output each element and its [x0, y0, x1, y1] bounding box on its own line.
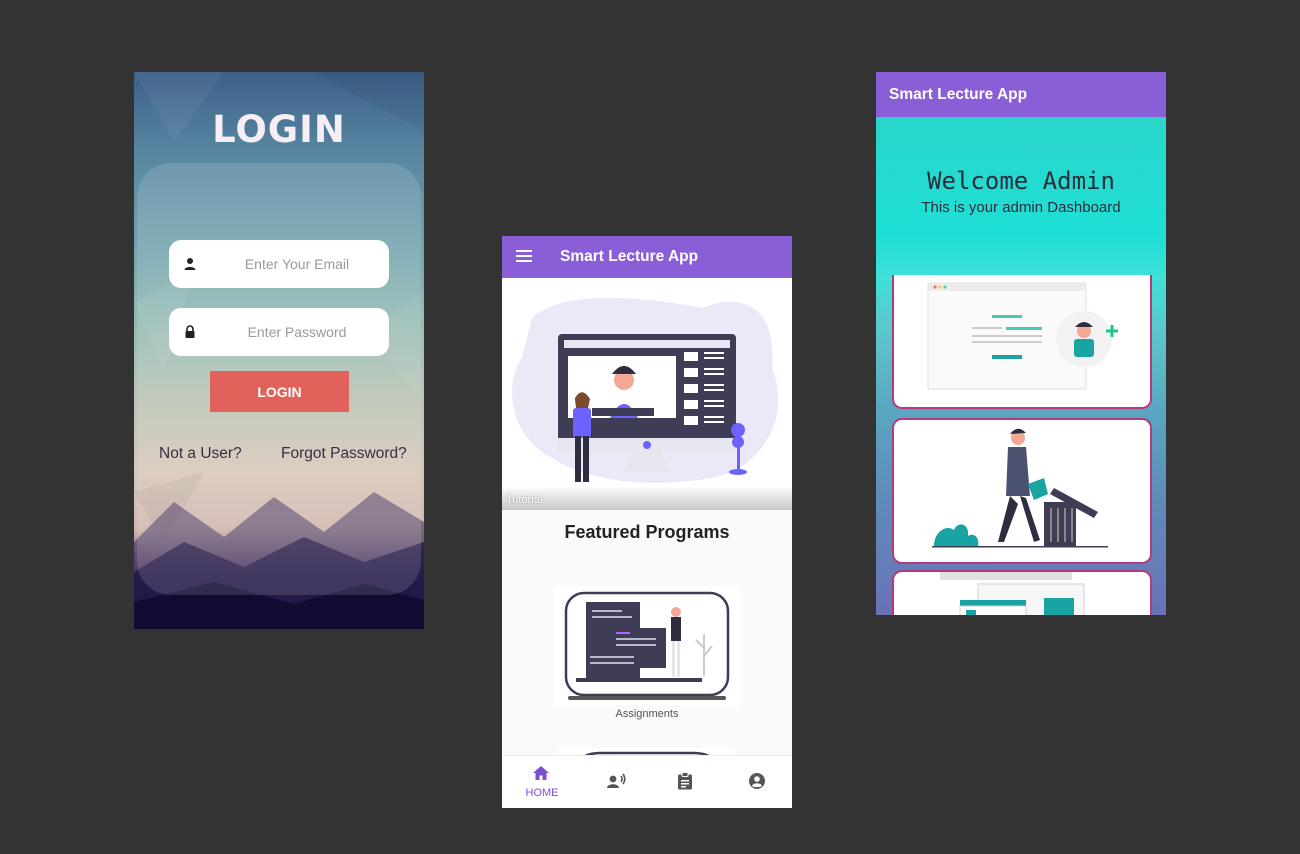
assignments-label: Assignments — [615, 708, 679, 720]
assignments-illustration — [564, 591, 730, 700]
welcome-title: Welcome Admin — [927, 167, 1115, 195]
nav-home-label: HOME — [525, 787, 559, 799]
assignments-card[interactable] — [554, 586, 740, 706]
lock-icon — [185, 325, 195, 338]
featured-programs-title: Featured Programs — [564, 522, 730, 542]
delete-user-card[interactable] — [892, 418, 1152, 564]
app-bar: Smart Lecture App — [876, 72, 1166, 117]
nav-lectures[interactable] — [578, 756, 650, 808]
nav-assignments[interactable] — [649, 756, 721, 808]
login-screen: LOGIN Enter Your Email Enter Password LO… — [134, 72, 424, 629]
email-placeholder: Enter Your Email — [244, 256, 350, 272]
nav-profile[interactable] — [720, 756, 792, 808]
login-title: LOGIN — [212, 108, 346, 151]
not-a-user-link[interactable]: Not a User? — [159, 445, 242, 463]
menu-icon[interactable] — [516, 249, 532, 263]
dashboard-subtitle: This is your admin Dashboard — [921, 199, 1121, 216]
manage-illustration — [940, 572, 1085, 615]
home-screen: Smart Lecture App Tutorial Featured Prog… — [502, 236, 792, 808]
slider-caption-shade — [502, 486, 792, 510]
person-icon — [184, 258, 196, 270]
nav-home[interactable]: HOME — [504, 756, 576, 808]
add-user-card[interactable] — [892, 275, 1152, 409]
image-slider[interactable]: Tutorial — [502, 278, 792, 510]
bottom-navigation: HOME — [502, 755, 792, 808]
slider-caption: Tutorial — [506, 494, 543, 506]
manage-card[interactable] — [892, 570, 1152, 615]
home-icon — [533, 766, 549, 780]
clipboard-icon — [678, 772, 692, 790]
email-field[interactable]: Enter Your Email — [169, 240, 389, 288]
login-button[interactable]: LOGIN — [210, 371, 349, 412]
online-lecture-illustration — [512, 298, 779, 499]
delete-illustration — [932, 428, 1108, 548]
password-field[interactable]: Enter Password — [169, 308, 389, 356]
account-circle-icon — [749, 773, 765, 789]
forgot-password-link[interactable]: Forgot Password? — [281, 445, 407, 463]
record-voice-icon — [607, 773, 626, 788]
app-title: Smart Lecture App — [560, 248, 699, 265]
admin-dashboard-screen: Smart Lecture App Welcome Admin This is … — [876, 72, 1166, 615]
app-bar: Smart Lecture App — [502, 236, 792, 278]
password-placeholder: Enter Password — [247, 324, 347, 340]
add-user-illustration — [927, 282, 1118, 390]
app-title: Smart Lecture App — [889, 86, 1028, 103]
